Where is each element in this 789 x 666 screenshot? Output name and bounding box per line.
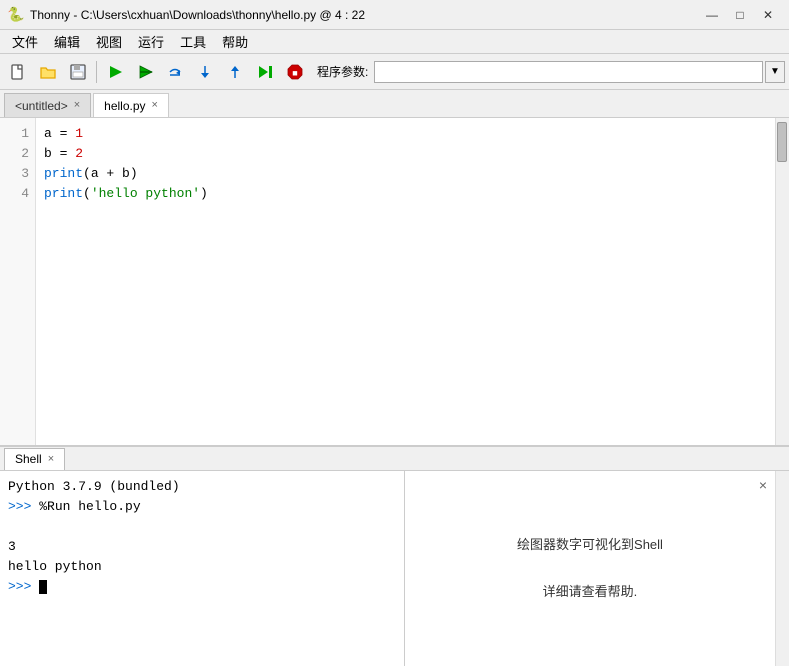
save-file-button[interactable]: [64, 58, 92, 86]
shell-line-info: Python 3.7.9 (bundled): [8, 477, 396, 497]
minimize-button[interactable]: —: [699, 5, 725, 25]
scrollbar-thumb[interactable]: [777, 122, 787, 162]
program-args-input[interactable]: [374, 61, 763, 83]
menu-edit[interactable]: 编辑: [46, 30, 88, 53]
code-line-3: print(a + b): [44, 164, 767, 184]
tab-hello-py-close[interactable]: ×: [152, 100, 158, 111]
line-num-4: 4: [21, 184, 29, 204]
line-num-3: 3: [21, 164, 29, 184]
shell-plotter-panel: × 绘图器数字可视化到Shell 详细请查看帮助.: [405, 471, 775, 666]
open-file-button[interactable]: [34, 58, 62, 86]
resume-button[interactable]: [251, 58, 279, 86]
shell-tab-label: Shell: [15, 452, 42, 466]
svg-text:■: ■: [292, 68, 297, 78]
editor-tabs: <untitled> × hello.py ×: [0, 90, 789, 118]
shell-area: Shell × Python 3.7.9 (bundled) >>> %Run …: [0, 446, 789, 666]
args-dropdown-button[interactable]: ▼: [765, 61, 785, 83]
shell-output[interactable]: Python 3.7.9 (bundled) >>> %Run hello.py…: [0, 471, 405, 666]
tab-shell[interactable]: Shell ×: [4, 448, 65, 470]
code-line-1: a = 1: [44, 124, 767, 144]
window-controls: — □ ✕: [699, 5, 781, 25]
app-icon: 🐍: [8, 7, 24, 23]
editor-area: <untitled> × hello.py × 1 2 3 4 a = 1 b …: [0, 90, 789, 446]
menu-bar: 文件 编辑 视图 运行 工具 帮助: [0, 30, 789, 54]
title-bar: 🐍 Thonny - C:\Users\cxhuan\Downloads\tho…: [0, 0, 789, 30]
shell-line-3: 3: [8, 537, 396, 557]
tab-hello-py[interactable]: hello.py ×: [93, 93, 169, 117]
program-args-label: 程序参数:: [317, 63, 368, 80]
shell-line-blank: [8, 517, 396, 537]
maximize-button[interactable]: □: [727, 5, 753, 25]
tab-untitled-close[interactable]: ×: [74, 100, 80, 111]
code-editor[interactable]: 1 2 3 4 a = 1 b = 2 print(a + b) print('…: [0, 118, 789, 445]
tab-untitled-label: <untitled>: [15, 99, 68, 113]
shell-tab-bar: Shell ×: [0, 447, 789, 471]
shell-right-close[interactable]: ×: [759, 477, 767, 493]
line-num-1: 1: [21, 124, 29, 144]
tab-hello-py-label: hello.py: [104, 99, 145, 113]
code-line-4: print('hello python'): [44, 184, 767, 204]
step-out-button[interactable]: [221, 58, 249, 86]
shell-scrollbar[interactable]: [775, 471, 789, 666]
debug-button[interactable]: [131, 58, 159, 86]
toolbar-separator-1: [96, 61, 97, 83]
code-line-2: b = 2: [44, 144, 767, 164]
menu-help[interactable]: 帮助: [214, 30, 256, 53]
shell-line-run: >>> %Run hello.py: [8, 497, 396, 517]
shell-line-prompt[interactable]: >>>: [8, 577, 396, 597]
stop-button[interactable]: ■: [281, 58, 309, 86]
shell-tab-close[interactable]: ×: [48, 454, 54, 465]
run-button[interactable]: [101, 58, 129, 86]
step-over-button[interactable]: [161, 58, 189, 86]
code-content[interactable]: a = 1 b = 2 print(a + b) print('hello py…: [36, 118, 775, 445]
menu-view[interactable]: 视图: [88, 30, 130, 53]
step-in-button[interactable]: [191, 58, 219, 86]
line-numbers: 1 2 3 4: [0, 118, 36, 445]
menu-file[interactable]: 文件: [4, 30, 46, 53]
shell-content-area: Python 3.7.9 (bundled) >>> %Run hello.py…: [0, 471, 789, 666]
close-button[interactable]: ✕: [755, 5, 781, 25]
new-file-button[interactable]: [4, 58, 32, 86]
shell-right-text1: 绘图器数字可视化到Shell 详细请查看帮助.: [517, 533, 663, 603]
window-title: Thonny - C:\Users\cxhuan\Downloads\thonn…: [30, 8, 699, 22]
shell-line-hello: hello python: [8, 557, 396, 577]
line-num-2: 2: [21, 144, 29, 164]
editor-scrollbar[interactable]: [775, 118, 789, 445]
menu-tools[interactable]: 工具: [172, 30, 214, 53]
menu-run[interactable]: 运行: [130, 30, 172, 53]
tab-untitled[interactable]: <untitled> ×: [4, 93, 91, 117]
toolbar: ■ 程序参数: ▼: [0, 54, 789, 90]
